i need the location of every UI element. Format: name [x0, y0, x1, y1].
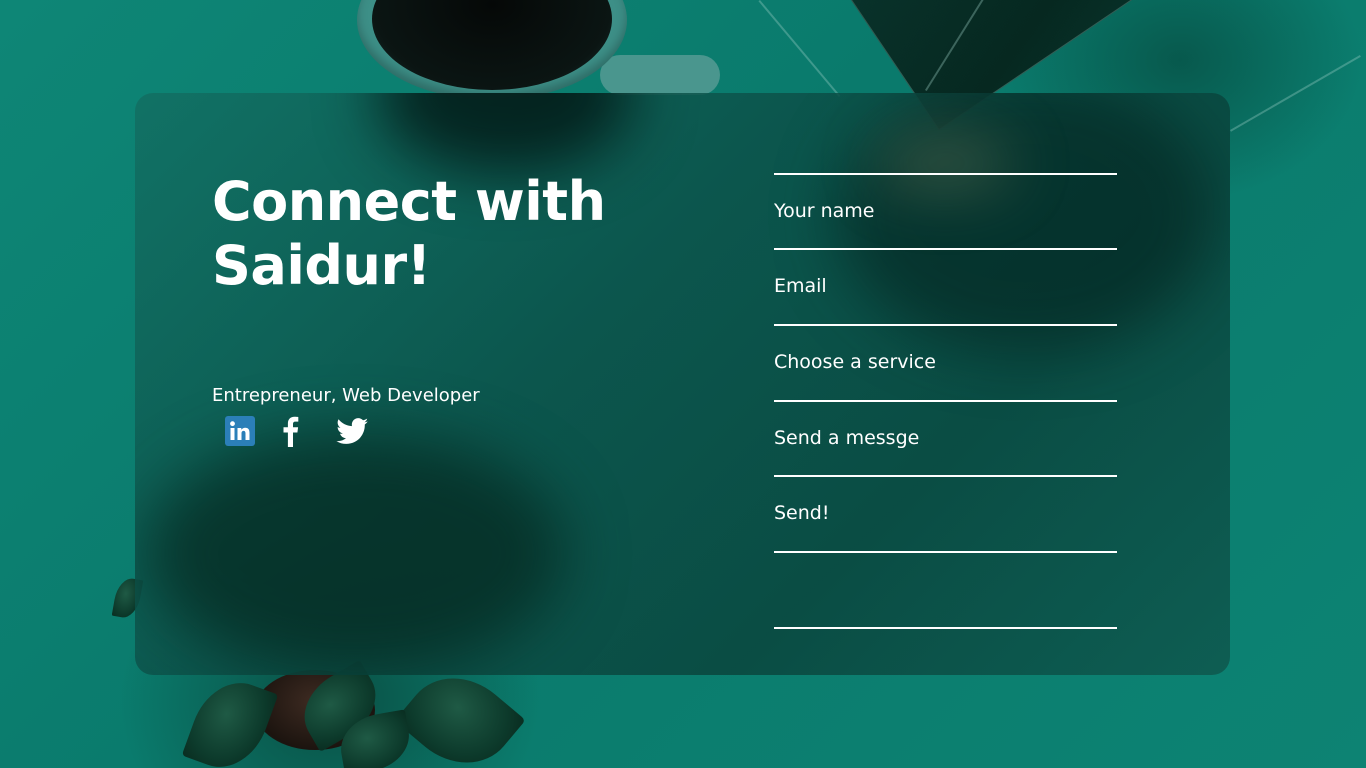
facebook-link[interactable]: [278, 414, 302, 448]
notebook-edge: [758, 0, 841, 98]
form-divider: [774, 324, 1117, 326]
notebook-edge: [1230, 55, 1361, 132]
form-divider: [774, 400, 1117, 402]
blur-plant: [145, 433, 565, 673]
twitter-link[interactable]: [335, 414, 369, 448]
form-divider: [774, 627, 1117, 629]
form-divider: [774, 248, 1117, 250]
service-select[interactable]: Choose a service: [774, 343, 1117, 381]
linkedin-icon: [225, 416, 255, 446]
email-field[interactable]: Email: [774, 267, 1117, 305]
name-field[interactable]: Your name: [774, 192, 1117, 230]
tagline: Entrepreneur, Web Developer: [212, 385, 480, 406]
message-field[interactable]: Send a messge: [774, 419, 1117, 457]
title-line-2: Saidur!: [212, 234, 431, 297]
page-title: Connect with Saidur!: [212, 170, 692, 298]
plant-leaf: [181, 670, 279, 768]
title-line-1: Connect with: [212, 170, 606, 233]
coffee-cup-handle: [600, 55, 720, 95]
send-button[interactable]: Send!: [774, 494, 1117, 532]
facebook-icon: [283, 416, 299, 447]
blur-cup-shadow: [375, 93, 635, 173]
form-divider: [774, 173, 1117, 175]
form-divider: [774, 475, 1117, 477]
blur-highlight: [875, 133, 1015, 193]
twitter-icon: [335, 417, 368, 444]
form-divider: [774, 551, 1117, 553]
linkedin-link[interactable]: [224, 414, 256, 448]
